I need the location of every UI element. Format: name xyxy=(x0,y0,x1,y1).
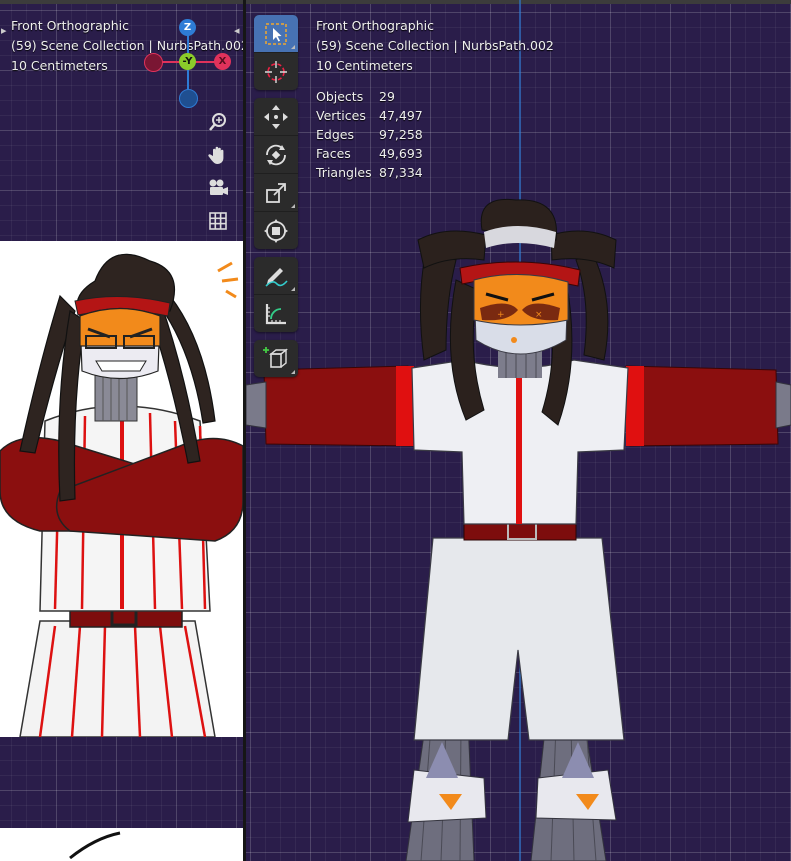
select-box-tool[interactable] xyxy=(254,15,298,53)
select-tool-group xyxy=(254,15,298,90)
transform-tool-group xyxy=(254,98,298,249)
annotate-tool-group xyxy=(254,257,298,332)
move-icon xyxy=(264,104,288,129)
svg-text:×: × xyxy=(535,310,543,320)
z-axis-ball[interactable]: Z xyxy=(179,19,196,36)
stat-faces: Faces 49,693 xyxy=(316,146,423,161)
add-cube-icon xyxy=(263,346,288,368)
grid-icon[interactable] xyxy=(205,208,231,234)
zoom-icon[interactable] xyxy=(205,109,231,135)
stat-objects: Objects 29 xyxy=(316,89,395,104)
reference-image[interactable] xyxy=(0,241,243,737)
scale-info: 10 Centimeters xyxy=(316,58,413,73)
cursor-icon xyxy=(265,60,287,83)
scene-statistics: Objects 29 Vertices 47,497 Edges 97,258 Fac… xyxy=(316,87,423,182)
reference-image-2[interactable] xyxy=(0,828,243,861)
add-tool-group xyxy=(254,340,298,377)
rotate-tool[interactable] xyxy=(254,136,298,174)
collection-info: (59) Scene Collection | NurbsPath.002 xyxy=(316,38,554,53)
cursor-tool[interactable] xyxy=(254,53,298,90)
rotate-icon xyxy=(266,144,286,165)
neg-z-axis-ball[interactable] xyxy=(179,89,198,108)
add-cube-tool[interactable] xyxy=(254,340,298,377)
select-box-icon xyxy=(265,22,287,45)
stat-vertices: Vertices 47,497 xyxy=(316,108,423,123)
measure-ruler-icon xyxy=(265,303,286,324)
collapse-left-icon[interactable]: ▸ xyxy=(1,24,7,37)
stat-edges: Edges 97,258 xyxy=(316,127,423,142)
measure-tool[interactable] xyxy=(254,295,298,332)
annotate-tool[interactable] xyxy=(254,257,298,295)
y-axis-ball[interactable]: -Y xyxy=(179,53,196,70)
svg-text:+: + xyxy=(497,310,505,320)
right-viewport[interactable]: + × Front Orthographic (59) Scene Collec… xyxy=(246,0,791,861)
annotate-pencil-icon xyxy=(265,267,288,287)
pan-hand-icon[interactable] xyxy=(205,142,231,168)
transform-icon xyxy=(264,218,288,243)
x-axis-ball[interactable]: X xyxy=(214,53,231,70)
scale-tool[interactable] xyxy=(254,174,298,212)
move-tool[interactable] xyxy=(254,98,298,136)
right-view-info: Front Orthographic (59) Scene Collection… xyxy=(316,16,554,76)
camera-icon[interactable] xyxy=(205,175,231,201)
stat-triangles: Triangles 87,334 xyxy=(316,165,423,180)
transform-tool[interactable] xyxy=(254,212,298,249)
scale-icon xyxy=(266,182,286,203)
navigation-gizmo[interactable]: Z -Y X xyxy=(140,18,236,110)
left-viewport[interactable]: Front Orthographic (59) Scene Collection… xyxy=(0,0,243,861)
tool-shelf xyxy=(254,15,298,385)
view-name: Front Orthographic xyxy=(316,18,434,33)
left-header-strip xyxy=(0,0,243,4)
neg-x-axis-ball[interactable] xyxy=(144,53,163,72)
